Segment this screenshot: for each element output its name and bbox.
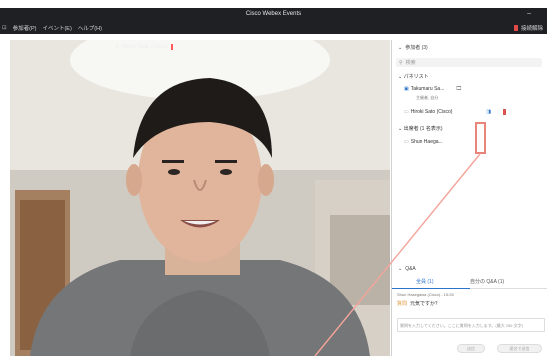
disconnect-label: 接続解除 (520, 26, 543, 32)
video-icon: ◨ (486, 109, 492, 115)
presenter-status-icon: ⊖ (115, 44, 120, 50)
menu-participant[interactable]: 参加者(P) (13, 24, 37, 32)
active-tab-indicator (392, 288, 470, 289)
presenter-name: Hiroki Sato (Cisco) (122, 44, 169, 50)
tab-divider (470, 288, 547, 289)
search-placeholder: 検索 (405, 60, 416, 66)
menu-event[interactable]: イベント(E) (42, 24, 71, 32)
computer-icon: 🖵 (456, 86, 462, 92)
presenter-video-image (10, 40, 390, 356)
qa-header[interactable]: ⌄ Q&A (398, 266, 416, 272)
chevron-down-icon: ⌄ (398, 126, 403, 132)
question-meta: Shun Hasegawa (Cisco) - 15:26 (397, 292, 454, 297)
participants-title: 参加者 (3) (405, 45, 428, 51)
chevron-down-icon: ⌄ (398, 266, 403, 272)
webex-window: Cisco Webex Events – ⊡ 参加者(P) イベント(E) ヘル… (0, 0, 547, 356)
attendees-label: 出席者 (1 名表示) (403, 126, 443, 132)
red-flag-icon (503, 109, 507, 115)
qa-title: Q&A (405, 266, 416, 272)
panelists-section[interactable]: ⌄ パネリスト (398, 73, 429, 80)
minimize-button[interactable]: – (527, 10, 531, 17)
recording-icon (171, 44, 174, 50)
disconnect-icon (513, 25, 518, 31)
chevron-down-icon: ⌄ (398, 74, 403, 80)
attendee-name-1: Shun Haega... (410, 139, 443, 145)
tab-all[interactable]: 全員 (1) (416, 278, 434, 285)
attendees-section[interactable]: ⌄ 出席者 (1 名表示) (398, 125, 442, 132)
menu-bar: ⊡ 参加者(P) イベント(E) ヘルプ(H) 接続解除 (0, 21, 547, 34)
host-icon: ▣ (404, 86, 409, 92)
participant-search-input[interactable]: ⚲ 検索 (396, 58, 542, 67)
panelist-name-2: Hiroki Sato (Cisco) (410, 109, 453, 115)
attendee-row-1[interactable]: ▭ Shun Haega... (404, 139, 443, 145)
participants-header[interactable]: ⌄ 参加者 (3) (398, 44, 428, 52)
send-anonymously-button[interactable]: 匿名で送信 (497, 344, 542, 353)
menu-help[interactable]: ヘルプ(H) (78, 24, 102, 32)
video-stage (10, 40, 390, 356)
question-item[interactable]: 質問 元気ですか？ (397, 300, 440, 307)
chevron-down-icon: ⌄ (398, 44, 403, 51)
search-icon: ⚲ (399, 59, 403, 66)
menu-items: ⊡ 参加者(P) イベント(E) ヘルプ(H) (2, 24, 102, 32)
panelist-role: 主催者, 自分 (416, 95, 439, 100)
panelist-row-1[interactable]: ▣ Takumaru Sa... 🖵 (404, 86, 461, 92)
tab-my-qa[interactable]: 自分の Q&A (1) (470, 278, 504, 285)
question-input[interactable]: 質問を入力してください。ここに質問を入力します。(最大 256 文字) (397, 318, 545, 332)
send-button[interactable]: 送信 (457, 344, 485, 353)
device-icon: ▭ (404, 139, 409, 145)
panelists-label: パネリスト (403, 74, 429, 80)
window-title: Cisco Webex Events (245, 11, 302, 17)
title-bar: Cisco Webex Events – (0, 8, 547, 21)
participants-panel: ⌄ 参加者 (3) ⚲ 検索 ⌄ パネリスト ▣ Takumaru Sa... … (391, 40, 547, 356)
app-icon: ⊡ (2, 25, 7, 31)
device-icon: ▭ (404, 109, 409, 115)
panelist-name-1: Takumaru Sa... (410, 86, 445, 92)
highlight-box (475, 122, 486, 154)
presenter-label: ⊖ Hiroki Sato (Cisco) (115, 44, 174, 50)
disconnect-control[interactable]: 接続解除 (513, 24, 543, 32)
question-text: 元気ですか？ (410, 301, 441, 307)
question-tag: 質問 (397, 301, 408, 307)
panelist-row-2[interactable]: ▭ Hiroki Sato (Cisco) ◨ (404, 109, 507, 115)
qa-panel: ⌄ Q&A 全員 (1) 自分の Q&A (1) Shun Hasegawa (… (392, 260, 547, 356)
